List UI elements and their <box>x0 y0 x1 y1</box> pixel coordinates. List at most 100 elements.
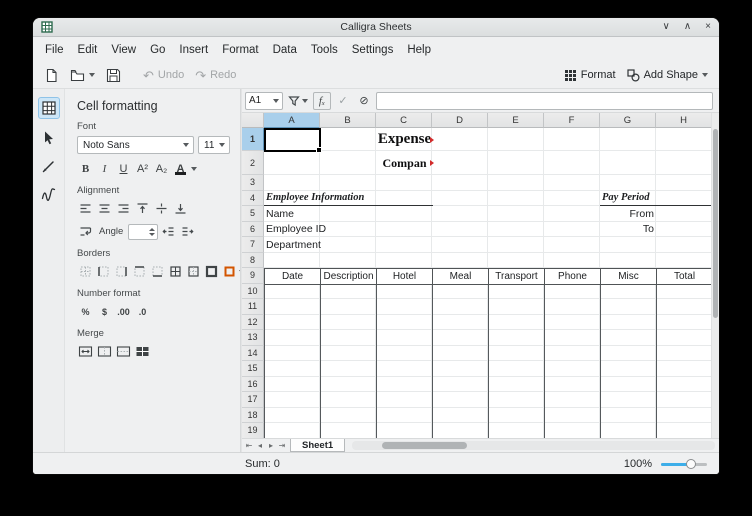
border-none-button[interactable] <box>77 263 94 280</box>
dissolve-merge-button[interactable] <box>134 343 151 360</box>
calligraphy-tool-button[interactable] <box>38 184 60 206</box>
cell-employee-information[interactable]: Employee Information <box>264 191 433 207</box>
cell-meal[interactable]: Meal <box>432 268 489 285</box>
row-header-14[interactable]: 14 <box>242 346 264 362</box>
column-header-d[interactable]: D <box>432 113 488 128</box>
open-dropdown-chevron-icon[interactable] <box>89 73 95 77</box>
menu-item-view[interactable]: View <box>104 41 143 59</box>
insert-function-button[interactable]: fₓ <box>313 92 331 110</box>
cell-description[interactable]: Description <box>320 268 377 285</box>
cell-selection-a1[interactable] <box>264 128 321 152</box>
add-shape-button[interactable]: Add Shape <box>623 64 712 86</box>
cell-department[interactable]: Department <box>264 237 377 253</box>
row-header-17[interactable]: 17 <box>242 392 264 408</box>
line-tool-button[interactable] <box>38 155 60 177</box>
row-header-15[interactable]: 15 <box>242 361 264 377</box>
menu-item-file[interactable]: File <box>38 41 71 59</box>
menu-item-edit[interactable]: Edit <box>71 41 105 59</box>
column-header-f[interactable]: F <box>544 113 600 128</box>
font-size-select[interactable]: 11 <box>198 136 230 154</box>
decrease-indent-button[interactable] <box>160 223 177 240</box>
row-header-2[interactable]: 2 <box>242 151 264 175</box>
apply-formula-button[interactable]: ✓ <box>334 92 352 110</box>
row-header-11[interactable]: 11 <box>242 299 264 315</box>
cancel-formula-button[interactable]: ⊘ <box>355 92 373 110</box>
valign-top-button[interactable] <box>134 200 151 217</box>
cell-hotel[interactable]: Hotel <box>376 268 433 285</box>
menu-item-go[interactable]: Go <box>143 41 172 59</box>
angle-down-icon[interactable] <box>149 233 155 236</box>
align-right-button[interactable] <box>115 200 132 217</box>
row-header-8[interactable]: 8 <box>242 253 264 269</box>
more-font-options-chevron-icon[interactable] <box>191 167 197 171</box>
increase-indent-button[interactable] <box>179 223 196 240</box>
menu-item-tools[interactable]: Tools <box>304 41 345 59</box>
cell-employee-id[interactable]: Employee ID <box>264 222 377 238</box>
cell-transport[interactable]: Transport <box>488 268 545 285</box>
formula-input[interactable] <box>376 92 713 110</box>
row-header-16[interactable]: 16 <box>242 377 264 393</box>
column-header-h[interactable]: H <box>656 113 712 128</box>
open-document-button[interactable] <box>66 64 99 86</box>
row-header-19[interactable]: 19 <box>242 423 264 438</box>
align-center-button[interactable] <box>96 200 113 217</box>
cell-total[interactable]: Total <box>656 268 713 285</box>
bold-button[interactable]: B <box>77 160 94 177</box>
italic-button[interactable]: I <box>96 160 113 177</box>
cell-pay-period[interactable]: Pay Period <box>600 191 713 207</box>
wrap-text-button[interactable] <box>77 223 94 240</box>
zoom-slider[interactable] <box>661 458 707 470</box>
merge-vertical-button[interactable] <box>115 343 132 360</box>
horizontal-scrollbar[interactable] <box>352 441 715 450</box>
column-header-a[interactable]: A <box>264 113 320 128</box>
currency-format-button[interactable]: $ <box>96 303 113 320</box>
border-top-button[interactable] <box>131 263 148 280</box>
cells-area[interactable]: ExpenseCompanEmployee InformationPay Per… <box>264 128 713 438</box>
border-bottom-button[interactable] <box>149 263 166 280</box>
subscript-button[interactable]: A₂ <box>153 160 170 177</box>
menu-item-help[interactable]: Help <box>400 41 438 59</box>
cell-name[interactable]: Name <box>264 206 377 222</box>
row-header-7[interactable]: 7 <box>242 237 264 253</box>
vertical-scrollbar-thumb[interactable] <box>713 129 718 318</box>
row-header-12[interactable]: 12 <box>242 315 264 331</box>
format-button[interactable]: Format <box>560 64 620 86</box>
menu-item-format[interactable]: Format <box>215 41 265 59</box>
row-header-6[interactable]: 6 <box>242 222 264 238</box>
cell-reference-box[interactable]: A1 <box>245 92 283 110</box>
valign-middle-button[interactable] <box>153 200 170 217</box>
sheet-tab-sheet1[interactable]: Sheet1 <box>290 439 345 452</box>
row-header-3[interactable]: 3 <box>242 175 264 191</box>
increase-precision-button[interactable]: .00 <box>115 303 132 320</box>
undo-button[interactable]: ↶ Undo <box>139 64 188 86</box>
underline-button[interactable]: U <box>115 160 132 177</box>
cell-misc[interactable]: Misc <box>600 268 657 285</box>
named-area-button[interactable] <box>286 92 310 110</box>
border-all-button[interactable] <box>167 263 184 280</box>
align-left-button[interactable] <box>77 200 94 217</box>
cell-to[interactable]: To <box>600 222 657 238</box>
cell-from[interactable]: From <box>600 206 657 222</box>
row-header-1[interactable]: 1 <box>242 128 264 151</box>
row-header-10[interactable]: 10 <box>242 284 264 300</box>
row-header-5[interactable]: 5 <box>242 206 264 222</box>
previous-sheet-button[interactable]: ◂ <box>255 442 265 450</box>
percent-format-button[interactable]: % <box>77 303 94 320</box>
border-left-button[interactable] <box>95 263 112 280</box>
new-document-button[interactable] <box>40 64 63 86</box>
zoom-slider-knob[interactable] <box>686 459 696 469</box>
border-right-button[interactable] <box>113 263 130 280</box>
column-header-b[interactable]: B <box>320 113 376 128</box>
font-color-button[interactable]: A <box>172 160 189 177</box>
valign-bottom-button[interactable] <box>172 200 189 217</box>
border-color-button[interactable] <box>221 263 238 280</box>
row-header-13[interactable]: 13 <box>242 330 264 346</box>
row-header-18[interactable]: 18 <box>242 408 264 424</box>
horizontal-scrollbar-thumb[interactable] <box>382 442 467 449</box>
angle-up-icon[interactable] <box>149 228 155 231</box>
column-header-c[interactable]: C <box>376 113 432 128</box>
cell-compan[interactable]: Compan <box>376 151 433 175</box>
column-header-e[interactable]: E <box>488 113 544 128</box>
minimize-button[interactable]: ∨ <box>663 22 670 32</box>
cell-date[interactable]: Date <box>264 268 321 285</box>
